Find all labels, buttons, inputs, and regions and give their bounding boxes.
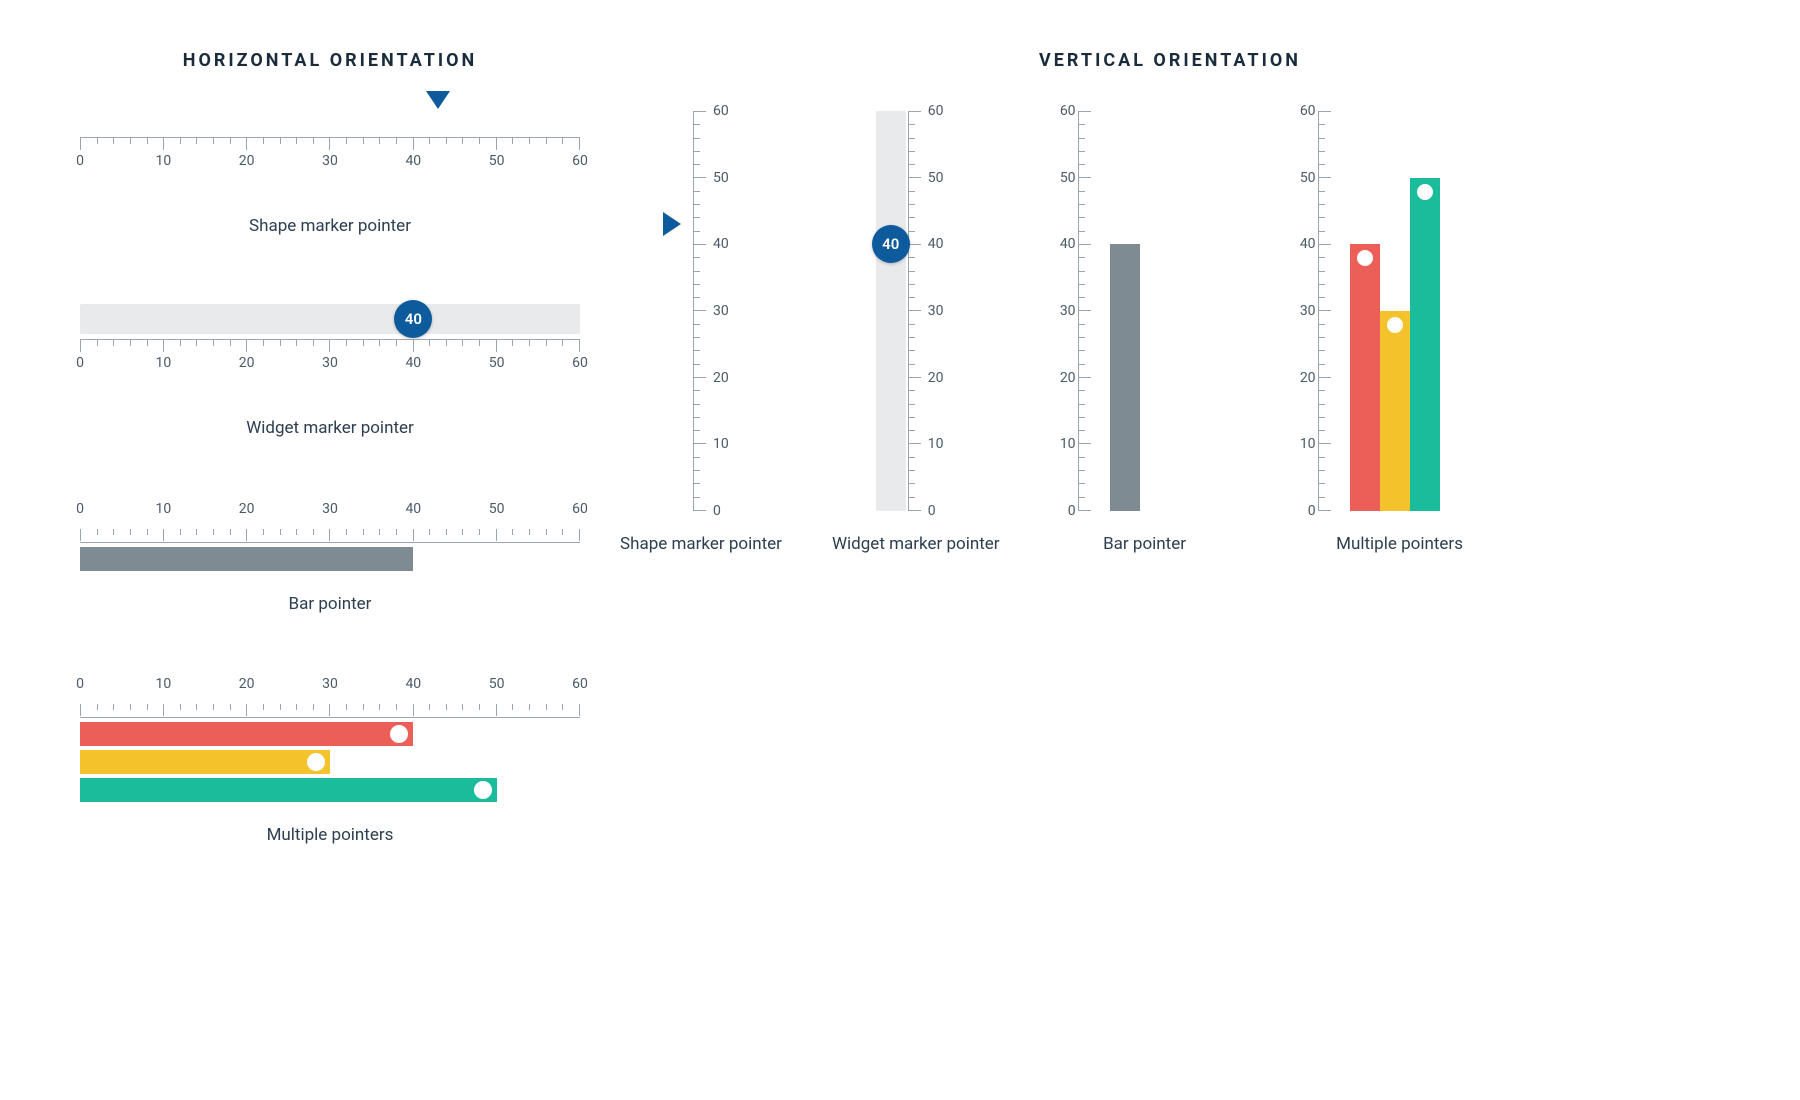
gauge-h-multi: 0102030405060 Multiple pointers: [80, 676, 580, 848]
gauge-h-shape: 0102030405060 Shape marker pointer: [80, 111, 580, 239]
widget-pointer[interactable]: 40: [394, 300, 432, 338]
gauge-caption: Shape marker pointer: [80, 215, 580, 239]
widget-pointer[interactable]: 40: [872, 225, 910, 263]
gauge-h-widget: 40 0102030405060 Widget marker pointer: [80, 299, 580, 441]
gauge-v-bar: 0102030405060 Bar pointer: [1050, 111, 1240, 557]
bar-pointer[interactable]: [1410, 178, 1440, 511]
pointer-dot-icon: [390, 725, 408, 743]
gauge-track: [876, 111, 906, 511]
gauge-v-shape: 0102030405060 Shape marker pointer: [620, 111, 782, 557]
bar-pointer[interactable]: [80, 722, 580, 746]
gauge-caption: Widget marker pointer: [832, 533, 1000, 557]
ruler-labels: 0102030405060: [80, 153, 580, 169]
gauge-v-multi: 0102030405060 Multiple pointers: [1290, 111, 1510, 557]
ruler-labels: 0102030405060: [80, 676, 580, 692]
gauge-caption: Bar pointer: [1103, 533, 1186, 557]
widget-pointer-value: 40: [405, 310, 422, 328]
gauge-v-widget: 0102030405060 40 Widget marker pointer: [832, 111, 1000, 557]
pointer-dot-icon: [307, 753, 325, 771]
ruler-ticks: [80, 339, 580, 353]
bar-pointer[interactable]: [1380, 311, 1410, 511]
bar-pointer[interactable]: [80, 778, 580, 802]
ruler-ticks: [80, 137, 580, 151]
gauge-caption: Multiple pointers: [80, 824, 580, 848]
triangle-right-icon[interactable]: [663, 212, 681, 236]
ruler-labels: 0102030405060: [80, 501, 580, 517]
ruler-ticks: [80, 529, 580, 543]
bar-pointer[interactable]: [1110, 244, 1140, 511]
bar-pointer[interactable]: [80, 750, 580, 774]
pointer-dot-icon: [474, 781, 492, 799]
pointer-dot-icon: [1357, 250, 1373, 266]
pointer-dot-icon: [1387, 317, 1403, 333]
gauge-caption: Widget marker pointer: [80, 417, 580, 441]
ruler-labels: 0102030405060: [80, 355, 580, 371]
ruler-ticks: [80, 704, 580, 718]
bar-pointer[interactable]: [1350, 244, 1380, 511]
gauge-caption: Bar pointer: [80, 593, 580, 617]
horizontal-section-title: HORIZONTAL ORIENTATION: [80, 50, 580, 71]
triangle-down-icon[interactable]: [426, 91, 450, 109]
gauge-caption: Multiple pointers: [1336, 533, 1463, 557]
gauge-caption: Shape marker pointer: [620, 533, 782, 557]
pointer-dot-icon: [1417, 184, 1433, 200]
gauge-h-bar: 0102030405060 Bar pointer: [80, 501, 580, 617]
widget-pointer-value: 40: [882, 235, 899, 253]
bar-pointer[interactable]: [80, 547, 580, 571]
vertical-section-title: VERTICAL ORIENTATION: [620, 50, 1720, 71]
